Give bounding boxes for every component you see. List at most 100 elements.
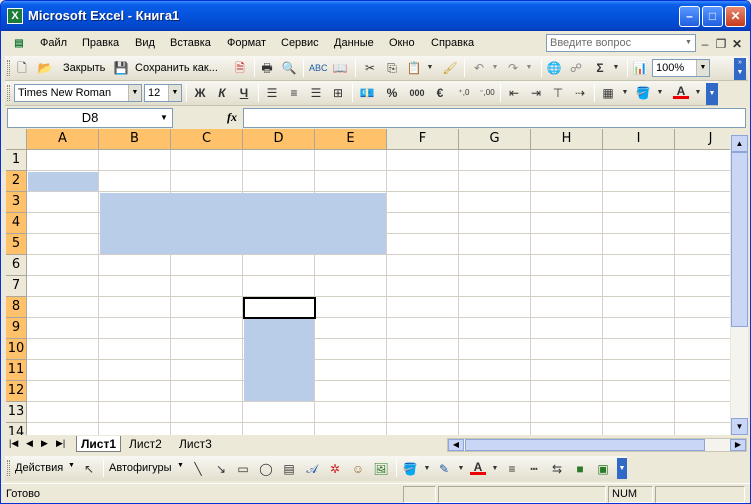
sheet-tab-3[interactable]: Лист3 <box>175 436 216 452</box>
3d-icon[interactable]: ▣ <box>595 461 611 477</box>
prev-sheet-icon[interactable]: ◀ <box>26 438 33 449</box>
undo-dropdown-icon[interactable]: ▼ <box>487 60 503 76</box>
cell-B11[interactable] <box>99 359 171 381</box>
arrow-icon[interactable]: ↘ <box>213 461 229 477</box>
cell-A14[interactable] <box>27 422 99 435</box>
formula-input[interactable] <box>243 108 746 128</box>
column-header-J[interactable]: J <box>675 129 730 150</box>
cell-J10[interactable] <box>675 339 730 360</box>
cell-G5[interactable] <box>459 233 531 255</box>
sheet-tab-2[interactable]: Лист2 <box>125 436 166 452</box>
cell-H6[interactable] <box>531 254 603 276</box>
decrease-decimal-icon[interactable]: ⁻,00 <box>477 85 497 101</box>
cell-C1[interactable] <box>171 150 243 171</box>
font-size-select[interactable]: 12 ▼ <box>144 84 182 102</box>
increase-indent-icon[interactable]: ⇥ <box>528 85 544 101</box>
scroll-right-icon[interactable]: ▶ <box>730 439 746 451</box>
cell-I12[interactable] <box>603 380 675 402</box>
select-objects-icon[interactable]: ↖ <box>81 461 97 477</box>
workbook-icon[interactable]: ▤ <box>11 36 27 52</box>
column-header-C[interactable]: C <box>171 129 243 150</box>
menu-data[interactable]: Данные <box>334 37 374 49</box>
menu-insert[interactable]: Вставка <box>170 37 211 49</box>
row-header-12[interactable]: 12 <box>6 380 27 402</box>
cell-G13[interactable] <box>459 401 531 423</box>
cell-C9[interactable] <box>171 317 243 339</box>
cell-B1[interactable] <box>99 150 171 171</box>
autosum-dropdown-icon[interactable]: ▼ <box>608 60 624 76</box>
line-style-icon[interactable]: ≡ <box>504 461 520 477</box>
textbox-icon[interactable]: ▤ <box>281 461 297 477</box>
vertical-scrollbar[interactable]: ▲ ▼ <box>731 135 748 435</box>
cell-H8[interactable] <box>531 296 603 318</box>
cell-G8[interactable] <box>459 296 531 318</box>
font-color-icon[interactable]: A <box>673 83 689 99</box>
toolbar-grip[interactable] <box>7 85 10 101</box>
toolbar-options-icon[interactable]: ▼ <box>617 458 627 479</box>
cell-E8[interactable] <box>315 296 387 318</box>
draw-actions-menu[interactable]: Действия <box>15 462 63 474</box>
cell-H10[interactable] <box>531 338 603 360</box>
cell-I4[interactable] <box>603 212 675 234</box>
cell-H5[interactable] <box>531 233 603 255</box>
column-header-D[interactable]: D <box>243 129 315 150</box>
paste-dropdown-icon[interactable]: ▼ <box>422 60 438 76</box>
cell-D7[interactable] <box>243 275 315 297</box>
draw-font-color-icon[interactable]: A <box>470 459 486 475</box>
cell-B14[interactable] <box>99 422 171 435</box>
cell-E6[interactable] <box>315 254 387 276</box>
cell-F6[interactable] <box>387 254 459 276</box>
toolbar-grip[interactable] <box>7 60 10 76</box>
cell-A4[interactable] <box>27 212 99 234</box>
chevron-down-icon[interactable]: ▼ <box>128 85 141 101</box>
menu-help[interactable]: Справка <box>431 37 474 49</box>
row-header-10[interactable]: 10 <box>6 338 27 360</box>
chevron-down-icon[interactable]: ▼ <box>696 60 709 76</box>
name-box[interactable]: D8 ▼ <box>7 108 173 128</box>
cell-B12[interactable] <box>99 380 171 402</box>
cell-F4[interactable] <box>387 212 459 234</box>
close-button[interactable]: ✕ <box>725 6 746 27</box>
autosum-icon[interactable]: Σ <box>592 60 608 76</box>
print-icon[interactable]: 🖶 <box>259 60 275 76</box>
fill-dropdown-icon[interactable]: ▼ <box>652 85 668 101</box>
row-header-2[interactable]: 2 <box>6 170 27 192</box>
cell-C14[interactable] <box>171 422 243 435</box>
spelling-icon[interactable]: ABC <box>309 60 328 76</box>
cell-F12[interactable] <box>387 380 459 402</box>
research-icon[interactable]: 📖 <box>332 60 348 76</box>
row-header-14[interactable]: 14 <box>6 422 27 435</box>
diagram-icon[interactable]: ✲ <box>327 461 343 477</box>
cell-E9[interactable] <box>315 317 387 339</box>
borders-icon[interactable]: ▦ <box>600 85 616 101</box>
cell-G3[interactable] <box>459 191 531 213</box>
menu-tools[interactable]: Сервис <box>281 37 319 49</box>
menu-edit[interactable]: Правка <box>82 37 119 49</box>
cell-J5[interactable] <box>675 234 730 255</box>
cell-J2[interactable] <box>675 171 730 192</box>
cell-H14[interactable] <box>531 422 603 435</box>
menu-window[interactable]: Окно <box>389 37 415 49</box>
cell-J11[interactable] <box>675 360 730 381</box>
cell-C12[interactable] <box>171 380 243 402</box>
cell-H13[interactable] <box>531 401 603 423</box>
cell-F10[interactable] <box>387 338 459 360</box>
column-header-E[interactable]: E <box>315 129 387 150</box>
cell-H2[interactable] <box>531 170 603 192</box>
sheet-tab-1[interactable]: Лист1 <box>76 436 122 452</box>
cut-icon[interactable]: ✂ <box>362 60 378 76</box>
cell-I2[interactable] <box>603 170 675 192</box>
new-file-icon[interactable]: 🗋 <box>14 60 30 76</box>
borders-dropdown-icon[interactable]: ▼ <box>617 85 633 101</box>
copy-icon[interactable]: ⎘ <box>384 60 400 76</box>
menu-format[interactable]: Формат <box>227 37 266 49</box>
cell-A10[interactable] <box>27 338 99 360</box>
cell-J8[interactable] <box>675 297 730 318</box>
cell-F1[interactable] <box>387 150 459 171</box>
column-header-A[interactable]: A <box>27 129 99 150</box>
toolbar-options-icon[interactable]: » ▼ <box>734 58 746 80</box>
cell-E13[interactable] <box>315 401 387 423</box>
doc-minimize-icon[interactable]: – <box>697 36 713 52</box>
cell-H12[interactable] <box>531 380 603 402</box>
shadow-icon[interactable]: ■ <box>572 461 588 477</box>
